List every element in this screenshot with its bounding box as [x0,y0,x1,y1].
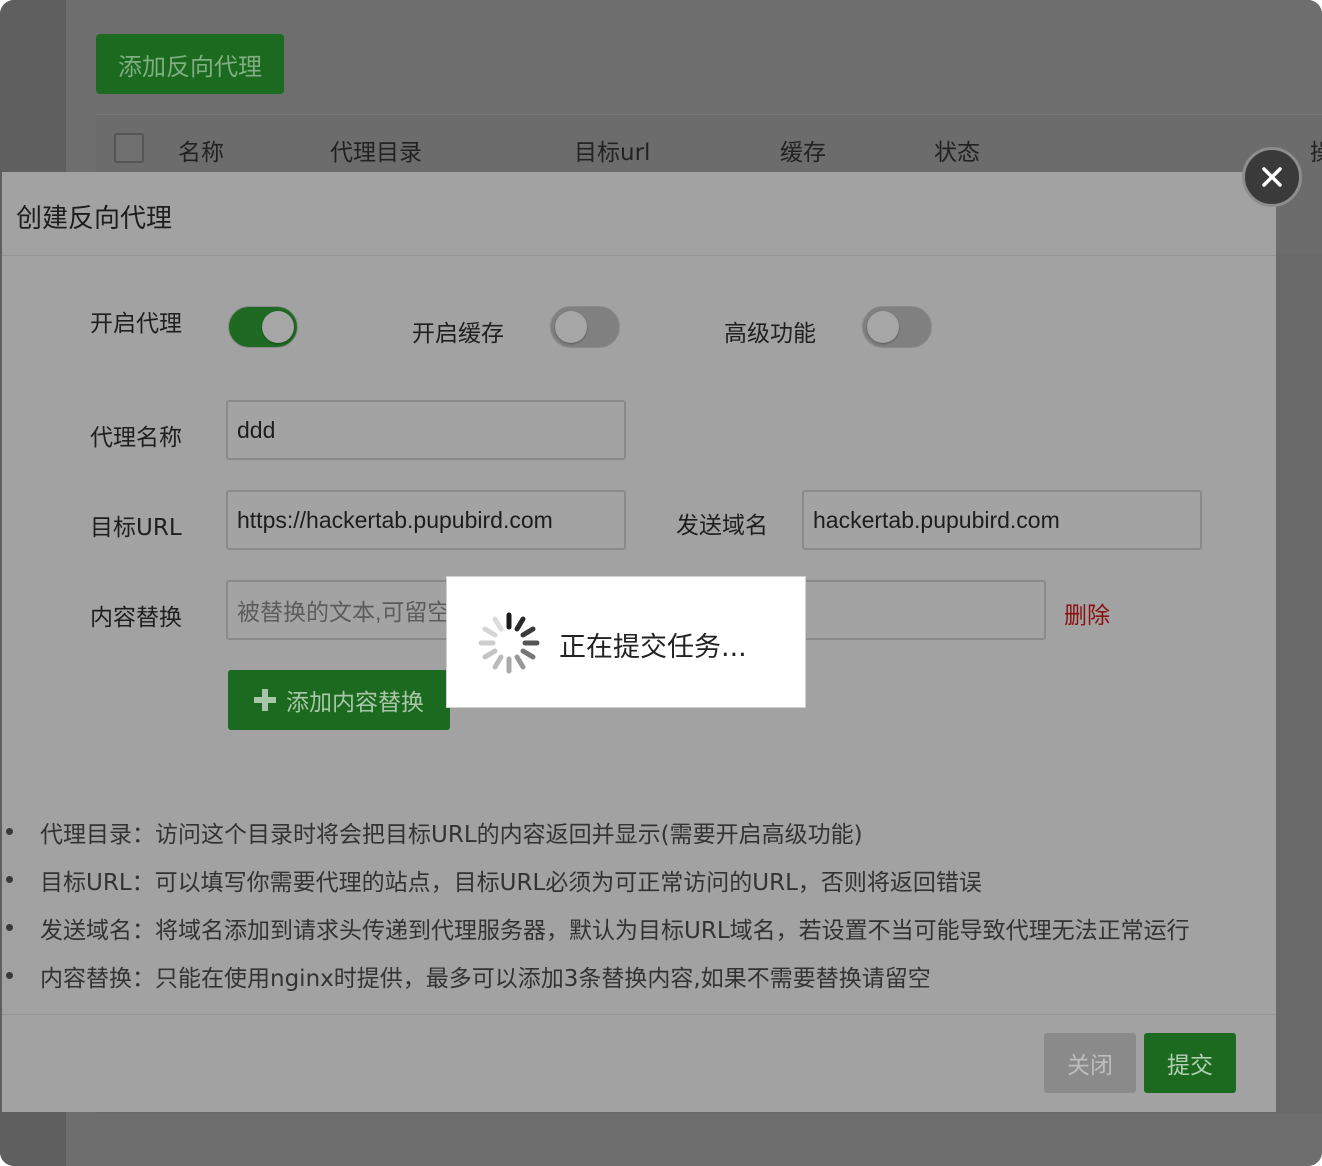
enable-proxy-label: 开启代理 [90,311,182,337]
toggle-knob [867,311,899,343]
dialog-footer: 关闭 提交 [2,1014,1276,1112]
column-actions: 操 [1310,140,1322,166]
target-url-input[interactable]: https://hackertab.pupubird.com [226,490,626,550]
note-text: 内容替换：只能在使用nginx时提供，最多可以添加3条替换内容,如果不需要替换请… [40,966,931,992]
target-url-label: 目标URL [90,515,182,541]
dialog-title: 创建反向代理 [16,204,173,234]
column-status: 状态 [934,140,980,166]
toggle-knob [262,311,294,343]
proxy-name-input[interactable]: ddd [226,400,626,460]
add-content-replace-label: 添加内容替换 [286,690,424,716]
note-item: 发送域名：将域名添加到请求头传递到代理服务器，默认为目标URL域名，若设置不当可… [2,904,1276,952]
submit-button[interactable]: 提交 [1144,1033,1236,1093]
loading-text: 正在提交任务... [559,632,747,663]
send-domain-label: 发送域名 [676,513,768,539]
note-text: 代理目录：访问这个目录时将会把目标URL的内容返回并显示(需要开启高级功能) [40,822,863,848]
delete-replace-link[interactable]: 删除 [1064,596,1110,630]
help-notes: 代理目录：访问这个目录时将会把目标URL的内容返回并显示(需要开启高级功能) 目… [2,808,1276,1000]
column-target-url: 目标url [574,140,651,166]
note-text: 目标URL：可以填写你需要代理的站点，目标URL必须为可正常访问的URL，否则将… [40,870,982,896]
note-item: 目标URL：可以填写你需要代理的站点，目标URL必须为可正常访问的URL，否则将… [2,856,1276,904]
dialog-header: 创建反向代理 [2,172,1276,256]
toggle-knob [555,311,587,343]
add-content-replace-button[interactable]: 添加内容替换 [228,670,450,730]
enable-proxy-toggle[interactable] [228,306,298,348]
loading-popup: 正在提交任务... [446,576,806,708]
column-name: 名称 [178,140,224,166]
note-item: 内容替换：只能在使用nginx时提供，最多可以添加3条替换内容,如果不需要替换请… [2,952,1276,1000]
send-domain-input[interactable]: hackertab.pupubird.com [802,490,1202,550]
enable-cache-toggle[interactable] [550,306,620,348]
column-proxy-dir: 代理目录 [330,140,422,166]
spinner-icon [478,612,540,674]
advanced-features-toggle[interactable] [862,306,932,348]
app-frame: 添加反向代理 名称 代理目录 目标url 缓存 状态 操 创建反向代理 开启代理… [0,0,1322,1166]
note-text: 发送域名：将域名添加到请求头传递到代理服务器，默认为目标URL域名，若设置不当可… [40,918,1190,944]
content-replace-label: 内容替换 [90,605,182,631]
enable-cache-label: 开启缓存 [412,321,504,347]
note-item: 代理目录：访问这个目录时将会把目标URL的内容返回并显示(需要开启高级功能) [2,808,1276,856]
column-cache: 缓存 [780,140,826,166]
dialog-close-button[interactable] [1242,147,1302,207]
plus-icon [254,689,276,711]
close-icon [1262,167,1282,187]
bullet [6,924,13,931]
bullet [6,972,13,979]
select-all-checkbox[interactable] [114,133,144,163]
proxy-name-label: 代理名称 [90,425,182,451]
close-button[interactable]: 关闭 [1044,1033,1136,1093]
add-reverse-proxy-button[interactable]: 添加反向代理 [96,34,284,94]
bullet [6,876,13,883]
advanced-features-label: 高级功能 [724,321,816,347]
bullet [6,828,13,835]
